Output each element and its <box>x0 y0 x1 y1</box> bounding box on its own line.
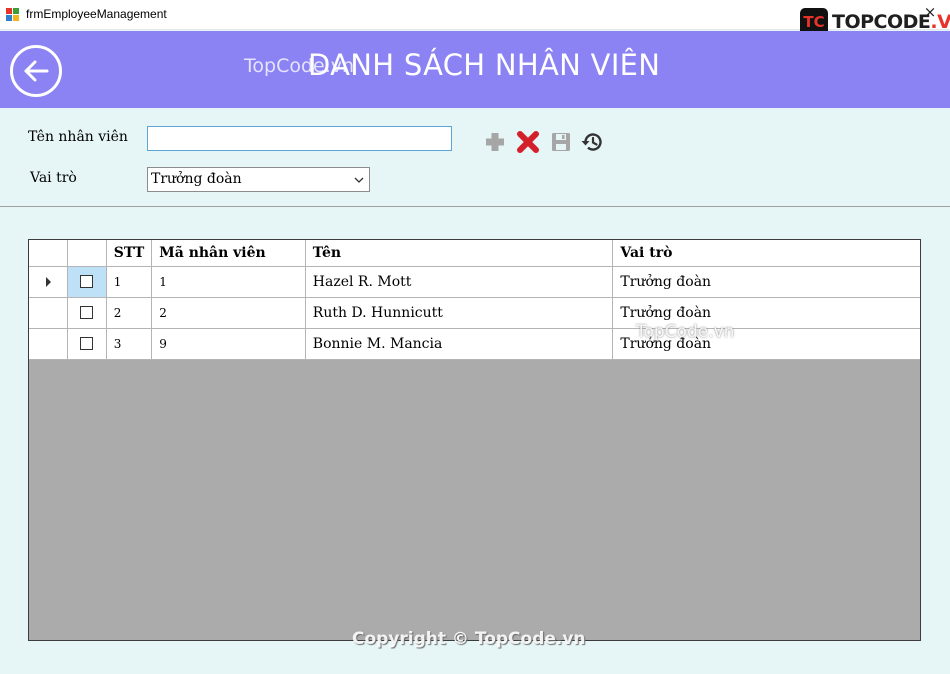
table-header-row: STT Mã nhân viên Tên Vai trò <box>29 240 920 267</box>
employee-table: STT Mã nhân viên Tên Vai trò 1 1 Hazel R… <box>29 240 920 360</box>
employee-name-cell[interactable]: Ruth D. Hunnicutt <box>304 296 614 329</box>
plus-icon <box>486 133 504 151</box>
row-select-cell[interactable] <box>67 265 107 298</box>
table-row[interactable]: 3 9 Bonnie M. Mancia Trưởng đoàn <box>29 327 920 360</box>
column-header-stt[interactable]: STT <box>105 240 153 267</box>
employee-role-cell[interactable]: Trưởng đoàn <box>612 265 920 298</box>
row-checkbox[interactable] <box>80 275 94 288</box>
app-icon <box>6 8 19 21</box>
page-title: DANH SÁCH NHÂN VIÊN <box>308 48 661 82</box>
window-close-button[interactable]: × <box>920 2 940 22</box>
watermark-middle: TopCode.vn <box>636 322 735 342</box>
watermark-header: TopCode.vn <box>244 55 355 77</box>
delete-button[interactable] <box>516 130 540 154</box>
window-titlebar: frmEmployeeManagement TC TOPCODE.VN × <box>0 0 950 36</box>
employee-grid[interactable]: STT Mã nhân viên Tên Vai trò 1 1 Hazel R… <box>28 239 921 641</box>
chevron-down-icon <box>354 177 364 183</box>
employee-name-cell[interactable]: Hazel R. Mott <box>304 265 614 298</box>
role-label: Vai trò <box>30 170 77 186</box>
save-floppy-icon <box>552 133 570 151</box>
stt-cell[interactable]: 2 <box>105 296 153 329</box>
role-select[interactable]: Trưởng đoàn <box>147 167 370 192</box>
row-select-cell[interactable] <box>67 327 107 360</box>
column-header-name[interactable]: Tên <box>304 240 614 267</box>
row-checkbox[interactable] <box>80 306 94 319</box>
row-select-cell[interactable] <box>67 296 107 329</box>
employee-code-cell[interactable]: 9 <box>151 327 306 360</box>
employee-name-label: Tên nhân viên <box>28 129 128 145</box>
column-header-employee-code[interactable]: Mã nhân viên <box>151 240 306 267</box>
history-icon <box>581 133 602 151</box>
role-select-value: Trưởng đoàn <box>151 171 242 187</box>
form-divider <box>0 206 950 207</box>
page-header: DANH SÁCH NHÂN VIÊN TopCode.vn <box>0 31 950 108</box>
employee-name-cell[interactable]: Bonnie M. Mancia <box>304 327 614 360</box>
history-button[interactable] <box>580 130 604 154</box>
row-header[interactable] <box>29 327 69 360</box>
add-button[interactable] <box>483 130 507 154</box>
window-title: frmEmployeeManagement <box>26 7 167 21</box>
column-header-role[interactable]: Vai trò <box>612 240 920 267</box>
table-row[interactable]: 1 1 Hazel R. Mott Trưởng đoàn <box>29 265 920 298</box>
current-row-arrow-icon <box>45 276 51 287</box>
row-header-column <box>29 240 69 267</box>
watermark-copyright: Copyright © TopCode.vn <box>352 629 586 649</box>
stt-cell[interactable]: 3 <box>105 327 153 360</box>
stt-cell[interactable]: 1 <box>105 265 153 298</box>
row-header[interactable] <box>29 296 69 329</box>
row-checkbox[interactable] <box>80 337 94 350</box>
save-button[interactable] <box>549 130 573 154</box>
employee-code-cell[interactable]: 1 <box>151 265 306 298</box>
employee-code-cell[interactable]: 2 <box>151 296 306 329</box>
back-button[interactable] <box>10 45 62 97</box>
table-row[interactable]: 2 2 Ruth D. Hunnicutt Trưởng đoàn <box>29 296 920 329</box>
row-header[interactable] <box>29 265 69 298</box>
topcode-logo-text: TOPCODE <box>832 11 931 33</box>
employee-name-input[interactable] <box>147 126 452 151</box>
arrow-left-icon <box>24 60 49 82</box>
delete-x-icon <box>517 131 539 153</box>
column-header-select[interactable] <box>67 240 107 267</box>
